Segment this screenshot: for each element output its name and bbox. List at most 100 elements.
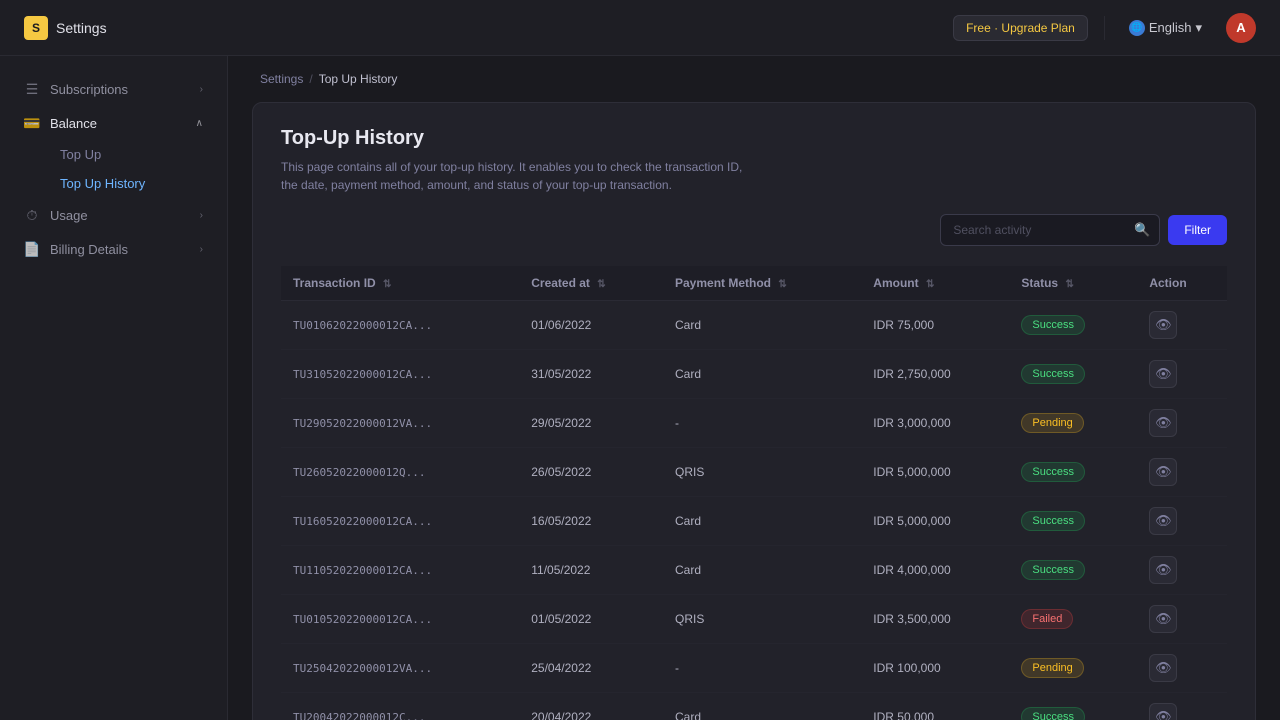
cell-amount: IDR 75,000 <box>861 301 1009 350</box>
table-row: TU01052022000012CA... 01/05/2022 QRIS ID… <box>281 595 1227 644</box>
breadcrumb-current: Top Up History <box>319 72 398 86</box>
cell-status: Pending <box>1009 644 1137 693</box>
search-icon: 🔍 <box>1134 222 1150 238</box>
breadcrumb-settings-link[interactable]: Settings <box>260 72 303 86</box>
sidebar-item-top-up-history[interactable]: Top Up History <box>8 169 219 198</box>
cell-created-at: 01/06/2022 <box>519 301 663 350</box>
cell-status: Failed <box>1009 595 1137 644</box>
sidebar-item-subscriptions[interactable]: ☰ Subscriptions › <box>8 72 219 106</box>
cell-created-at: 31/05/2022 <box>519 350 663 399</box>
col-amount[interactable]: Amount ⇅ <box>861 266 1009 301</box>
col-transaction-id[interactable]: Transaction ID ⇅ <box>281 266 519 301</box>
usage-icon: ⏱ <box>24 207 40 223</box>
table-body: TU01062022000012CA... 01/06/2022 Card ID… <box>281 301 1227 720</box>
logo-icon: S <box>24 16 48 40</box>
sidebar-item-balance[interactable]: 💳 Balance ∧ <box>8 106 219 140</box>
cell-payment-method: QRIS <box>663 448 861 497</box>
sidebar-item-billing-details[interactable]: 📄 Billing Details › <box>8 232 219 266</box>
sidebar-item-top-up[interactable]: Top Up <box>8 140 219 169</box>
sidebar-item-balance-label: Balance <box>50 116 97 131</box>
sidebar-item-usage[interactable]: ⏱ Usage › <box>8 198 219 232</box>
chevron-right-icon: › <box>200 84 203 95</box>
navbar-right: Free · Upgrade Plan 🌐 English ▾ A <box>953 13 1256 43</box>
language-selector[interactable]: 🌐 English ▾ <box>1121 16 1210 40</box>
cell-created-at: 25/04/2022 <box>519 644 663 693</box>
search-input-wrapper: 🔍 <box>940 214 1160 246</box>
view-action-button[interactable]: 👁 <box>1149 507 1177 535</box>
table-row: TU25042022000012VA... 25/04/2022 - IDR 1… <box>281 644 1227 693</box>
cell-payment-method: Card <box>663 301 861 350</box>
status-badge: Success <box>1021 707 1085 720</box>
sort-icon-created-at: ⇅ <box>597 279 605 290</box>
status-badge: Success <box>1021 315 1085 335</box>
view-action-button[interactable]: 👁 <box>1149 458 1177 486</box>
language-flag-icon: 🌐 <box>1129 20 1145 36</box>
sort-icon-transaction-id: ⇅ <box>383 279 391 290</box>
cell-payment-method: Card <box>663 350 861 399</box>
view-action-button[interactable]: 👁 <box>1149 311 1177 339</box>
cell-action: 👁 <box>1137 595 1227 644</box>
col-action: Action <box>1137 266 1227 301</box>
col-payment-method[interactable]: Payment Method ⇅ <box>663 266 861 301</box>
breadcrumb: Settings / Top Up History <box>228 56 1280 102</box>
cell-transaction-id: TU29052022000012VA... <box>281 399 519 448</box>
search-input[interactable] <box>940 214 1160 246</box>
breadcrumb-separator: / <box>309 72 312 86</box>
cell-status: Success <box>1009 350 1137 399</box>
navbar: S Settings Free · Upgrade Plan 🌐 English… <box>0 0 1280 56</box>
main-layout: ☰ Subscriptions › 💳 Balance ∧ Top Up Top… <box>0 56 1280 720</box>
view-action-button[interactable]: 👁 <box>1149 703 1177 720</box>
page-title: Top-Up History <box>281 127 1227 150</box>
cell-amount: IDR 3,000,000 <box>861 399 1009 448</box>
status-badge: Failed <box>1021 609 1073 629</box>
cell-payment-method: QRIS <box>663 595 861 644</box>
col-status[interactable]: Status ⇅ <box>1009 266 1137 301</box>
search-bar: 🔍 Filter <box>281 214 1227 246</box>
cell-payment-method: Card <box>663 497 861 546</box>
cell-action: 👁 <box>1137 644 1227 693</box>
cell-amount: IDR 5,000,000 <box>861 448 1009 497</box>
sidebar-item-usage-label: Usage <box>50 208 88 223</box>
view-action-button[interactable]: 👁 <box>1149 409 1177 437</box>
upgrade-button[interactable]: Free · Upgrade Plan <box>953 15 1088 41</box>
col-created-at[interactable]: Created at ⇅ <box>519 266 663 301</box>
view-action-button[interactable]: 👁 <box>1149 556 1177 584</box>
cell-action: 👁 <box>1137 448 1227 497</box>
cell-created-at: 16/05/2022 <box>519 497 663 546</box>
chevron-right-icon-usage: › <box>200 210 203 221</box>
balance-icon: 💳 <box>24 115 40 131</box>
cell-created-at: 29/05/2022 <box>519 399 663 448</box>
table-header: Transaction ID ⇅ Created at ⇅ Payment Me… <box>281 266 1227 301</box>
sidebar-item-billing-label: Billing Details <box>50 242 128 257</box>
page-card: Top-Up History This page contains all of… <box>252 102 1256 720</box>
status-badge: Pending <box>1021 658 1083 678</box>
cell-amount: IDR 4,000,000 <box>861 546 1009 595</box>
cell-amount: IDR 50,000 <box>861 693 1009 720</box>
status-badge: Success <box>1021 462 1085 482</box>
view-action-button[interactable]: 👁 <box>1149 360 1177 388</box>
transactions-table: Transaction ID ⇅ Created at ⇅ Payment Me… <box>281 266 1227 720</box>
table-row: TU16052022000012CA... 16/05/2022 Card ID… <box>281 497 1227 546</box>
cell-payment-method: - <box>663 644 861 693</box>
cell-transaction-id: TU31052022000012CA... <box>281 350 519 399</box>
billing-icon: 📄 <box>24 241 40 257</box>
status-badge: Pending <box>1021 413 1083 433</box>
transactions-table-wrapper: Transaction ID ⇅ Created at ⇅ Payment Me… <box>281 266 1227 720</box>
table-row: TU31052022000012CA... 31/05/2022 Card ID… <box>281 350 1227 399</box>
navbar-title: Settings <box>56 20 107 36</box>
cell-created-at: 01/05/2022 <box>519 595 663 644</box>
table-row: TU11052022000012CA... 11/05/2022 Card ID… <box>281 546 1227 595</box>
cell-amount: IDR 2,750,000 <box>861 350 1009 399</box>
language-label: English <box>1149 20 1192 35</box>
sidebar-item-top-up-label: Top Up <box>60 147 101 162</box>
content-area: Settings / Top Up History Top-Up History… <box>228 56 1280 720</box>
filter-button[interactable]: Filter <box>1168 215 1227 245</box>
sort-icon-status: ⇅ <box>1065 279 1073 290</box>
view-action-button[interactable]: 👁 <box>1149 654 1177 682</box>
view-action-button[interactable]: 👁 <box>1149 605 1177 633</box>
avatar[interactable]: A <box>1226 13 1256 43</box>
cell-created-at: 20/04/2022 <box>519 693 663 720</box>
cell-payment-method: Card <box>663 546 861 595</box>
cell-transaction-id: TU01052022000012CA... <box>281 595 519 644</box>
cell-payment-method: - <box>663 399 861 448</box>
